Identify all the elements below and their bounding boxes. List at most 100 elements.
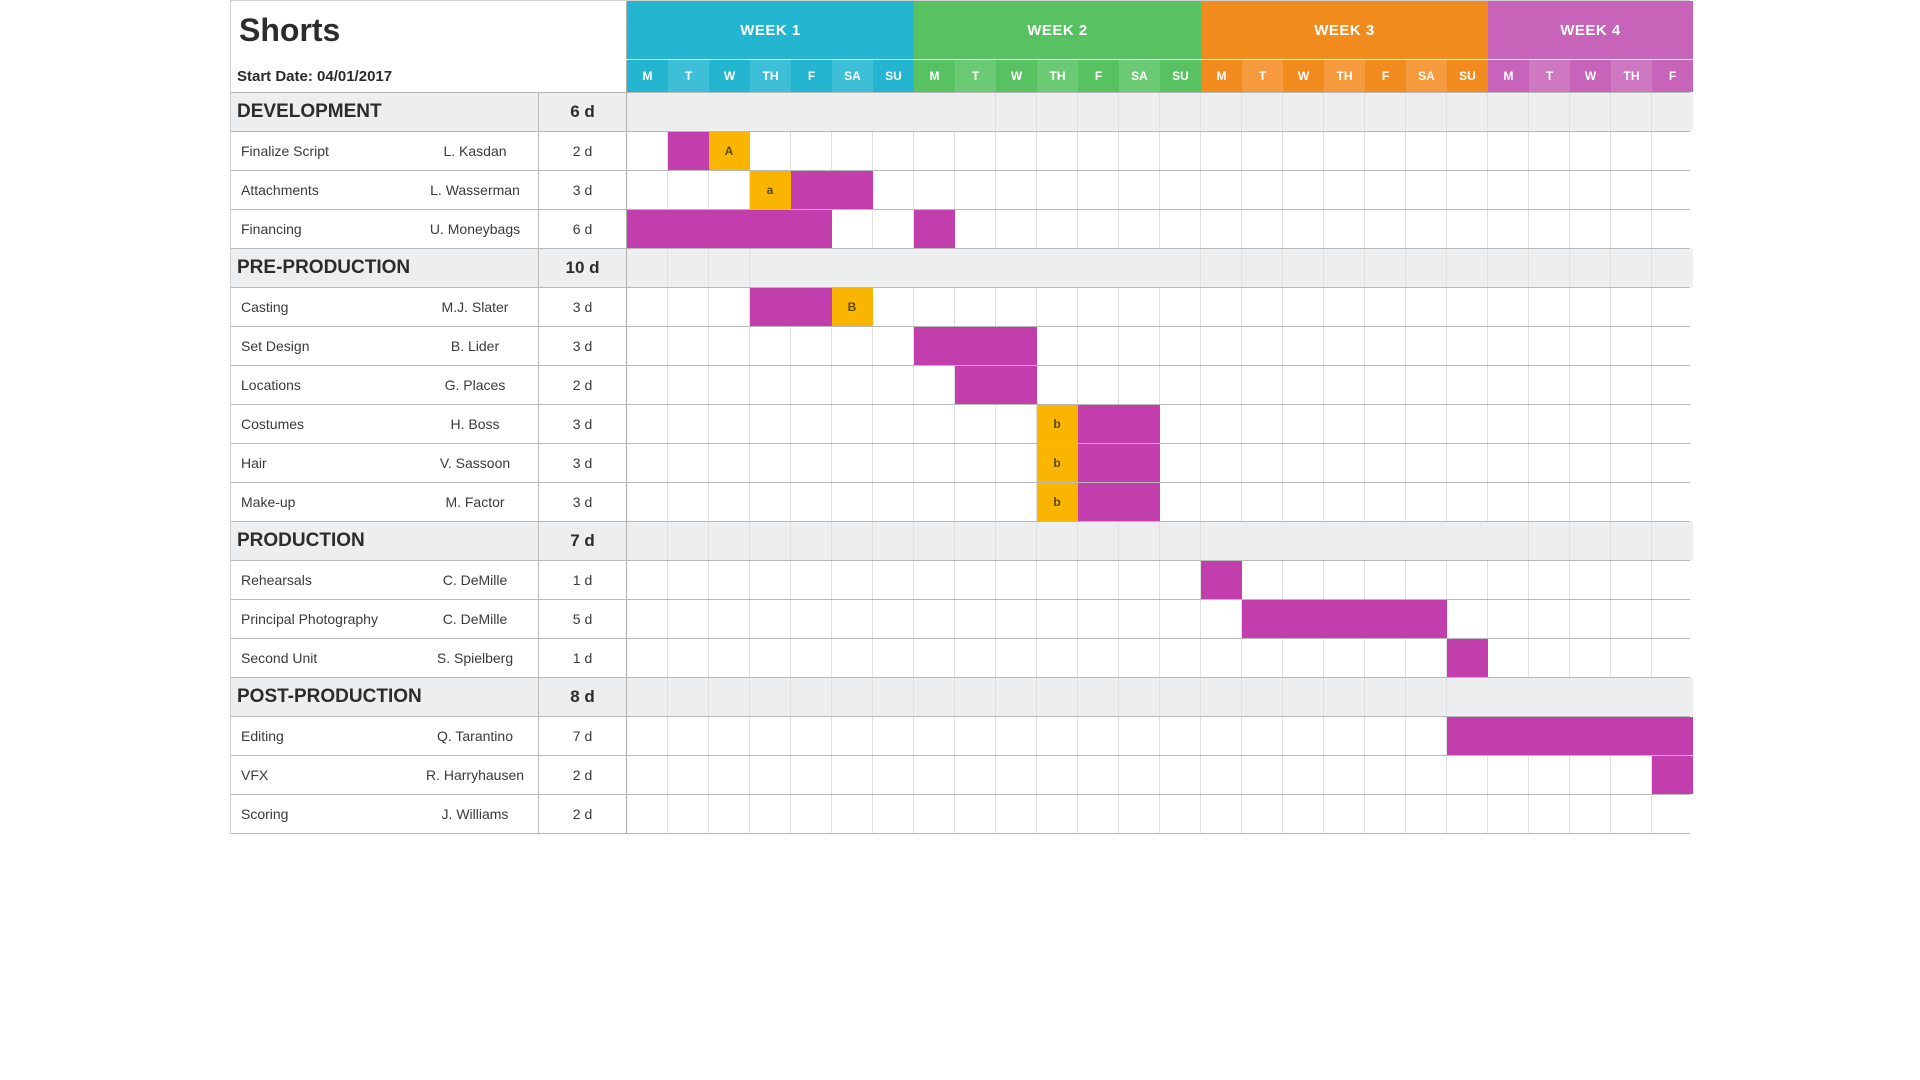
day-cell: [1078, 483, 1119, 521]
day-header: TH: [1037, 60, 1078, 92]
day-cell: [1406, 366, 1447, 404]
day-cell: [996, 561, 1037, 599]
day-cell: [1283, 639, 1324, 677]
day-cell: [791, 795, 832, 833]
day-cell: [1611, 600, 1652, 638]
task-owner: G. Places: [412, 366, 538, 404]
task-row: Finalize ScriptL. Kasdan2 dA: [231, 132, 1690, 171]
day-cell: [1242, 600, 1283, 638]
day-cell: [1037, 756, 1078, 794]
day-cell: [627, 678, 668, 716]
day-cell: [1242, 444, 1283, 482]
day-cell: [1529, 288, 1570, 326]
day-cell: [955, 600, 996, 638]
day-cell: [1406, 327, 1447, 365]
day-cell: [1119, 600, 1160, 638]
day-cell: [1037, 327, 1078, 365]
phase-row: PRE-PRODUCTION10 d: [231, 249, 1690, 288]
day-cell: [1365, 522, 1406, 560]
day-cell: [1283, 795, 1324, 833]
day-cell: [1365, 327, 1406, 365]
day-cell: [1652, 561, 1693, 599]
day-cell: [996, 639, 1037, 677]
day-cell: [1611, 678, 1652, 716]
day-cell: [914, 249, 955, 287]
day-cell: [914, 795, 955, 833]
day-cell: [668, 210, 709, 248]
day-cell: [1037, 210, 1078, 248]
day-cell: [1570, 444, 1611, 482]
task-duration: 2 d: [538, 795, 627, 833]
day-cell: [1529, 561, 1570, 599]
day-cell: [1242, 678, 1283, 716]
day-cell: [668, 405, 709, 443]
day-cell: [1283, 483, 1324, 521]
day-cell: [955, 171, 996, 209]
day-cell: [914, 444, 955, 482]
day-cell: [750, 444, 791, 482]
day-cell: [1488, 93, 1529, 131]
day-cell: [1242, 717, 1283, 755]
day-header: TH: [1611, 60, 1652, 92]
day-cell: [627, 132, 668, 170]
day-cell: [1283, 210, 1324, 248]
task-owner: H. Boss: [412, 405, 538, 443]
day-cell: [873, 795, 914, 833]
task-owner: J. Williams: [412, 795, 538, 833]
day-cell: [1529, 171, 1570, 209]
day-cell: [1078, 249, 1119, 287]
day-cell: [1570, 522, 1611, 560]
day-cell: [709, 366, 750, 404]
day-cell: [873, 561, 914, 599]
day-cell: [955, 405, 996, 443]
day-header: T: [955, 60, 996, 92]
day-cell: [1611, 522, 1652, 560]
day-cell: [1078, 444, 1119, 482]
day-cell: [1242, 405, 1283, 443]
day-cell: [627, 795, 668, 833]
day-cell: [1283, 249, 1324, 287]
day-cell: [668, 249, 709, 287]
day-cell: [1529, 717, 1570, 755]
task-name: Costumes: [231, 405, 412, 443]
day-cell: [832, 795, 873, 833]
phase-name: PRODUCTION: [231, 522, 538, 560]
day-cell: [1037, 717, 1078, 755]
task-row: ScoringJ. Williams2 d: [231, 795, 1690, 834]
day-cell: [709, 561, 750, 599]
day-cell: [1611, 795, 1652, 833]
day-cell: [1570, 366, 1611, 404]
day-cell: [1119, 366, 1160, 404]
day-cell: [1652, 288, 1693, 326]
day-cell: [1529, 444, 1570, 482]
day-cell: [955, 795, 996, 833]
day-cell: [914, 600, 955, 638]
day-cell: [1611, 483, 1652, 521]
task-row: AttachmentsL. Wasserman3 da: [231, 171, 1690, 210]
day-cell: [1201, 366, 1242, 404]
day-cell: [1324, 405, 1365, 443]
day-cell: [955, 366, 996, 404]
day-cell: [1406, 288, 1447, 326]
day-cell: [1037, 366, 1078, 404]
day-cell: [1365, 93, 1406, 131]
day-cell: [668, 288, 709, 326]
day-cell: [1283, 561, 1324, 599]
day-cell: [1160, 444, 1201, 482]
day-cell: [955, 132, 996, 170]
day-cell: [832, 327, 873, 365]
milestone-cell: b: [1037, 444, 1078, 482]
day-cell: [832, 249, 873, 287]
day-cell: [750, 561, 791, 599]
day-header: M: [914, 60, 955, 92]
day-cell: [1652, 678, 1693, 716]
day-cell: [914, 132, 955, 170]
day-cell: [873, 600, 914, 638]
day-cell: [996, 171, 1037, 209]
task-row: HairV. Sassoon3 db: [231, 444, 1690, 483]
day-cell: [791, 132, 832, 170]
task-owner: C. DeMille: [412, 561, 538, 599]
day-cell: [1570, 210, 1611, 248]
day-cell: [1365, 561, 1406, 599]
day-cell: [1119, 444, 1160, 482]
